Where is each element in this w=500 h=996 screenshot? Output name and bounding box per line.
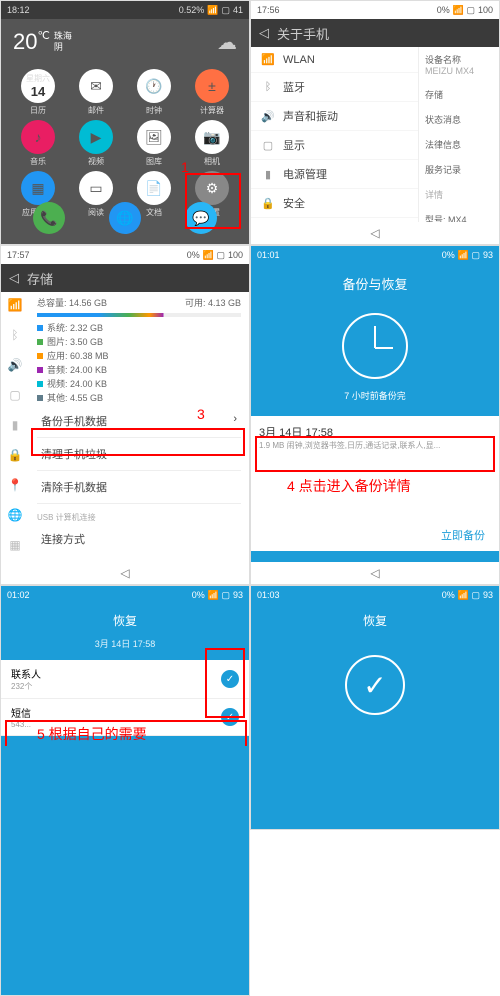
icon-rail: 📶ᛒ🔊▢▮🔒📍🌐▦✋ⓘ (1, 292, 29, 584)
app-mail[interactable]: ✉邮件 (69, 69, 123, 116)
annotation-1: 1 (181, 159, 189, 175)
backup-screen: 01:010%📶 ▢93 备份与恢复 7 小时前备份完 3月 14日 17:58… (250, 245, 500, 585)
app-clock[interactable]: 🕐时钟 (127, 69, 181, 116)
about-details: 设备名称MEIZU MX4 存储状态消息法律信息服务记录 详情 型号: MX4 … (419, 47, 499, 244)
browser-icon[interactable]: 🌐 (109, 202, 141, 234)
home-screen: 18:12 0.52%📶▢41 20℃ 珠海阴 ☁ 星期六14日历 ✉邮件 🕐时… (0, 0, 250, 245)
highlight-1 (185, 173, 241, 229)
annotation-3: 3 (197, 406, 205, 422)
storage-legend: 系统: 2.32 GB图片: 3.50 GB应用: 60.38 MB音频: 24… (37, 321, 241, 404)
wifi-icon: 📶 (261, 53, 275, 66)
nav-bar[interactable]: ◁ (251, 562, 499, 584)
restore-done: 01:030%📶 ▢93 恢复 ✓ (250, 585, 500, 830)
nav-bar[interactable]: ◁ (251, 222, 499, 244)
clock-icon (342, 313, 408, 379)
item-bt[interactable]: ᛒ蓝牙 (251, 73, 418, 102)
lock-icon: 🔒 (261, 197, 275, 210)
header: 恢复 (251, 604, 499, 637)
chevron-right-icon: › (233, 413, 237, 429)
item-power[interactable]: ▮电源管理 (251, 160, 418, 189)
header: 恢复 (1, 604, 249, 637)
bluetooth-icon: ᛒ (261, 81, 275, 93)
weather-widget[interactable]: 20℃ 珠海阴 ☁ (1, 19, 249, 65)
storage-screen: 17:570%📶 ▢100 ◁存储 📶ᛒ🔊▢▮🔒📍🌐▦✋ⓘ 总容量: 14.56… (0, 245, 250, 585)
back-icon[interactable]: ◁ (259, 25, 269, 41)
highlight-5a (205, 648, 245, 718)
app-gallery[interactable]: 🖼图库 (127, 120, 181, 167)
wifi-icon: 📶 (207, 5, 218, 16)
connect-mode[interactable]: 连接方式 (37, 523, 241, 555)
app-music[interactable]: ♪音乐 (11, 120, 65, 167)
done-check-icon: ✓ (345, 655, 405, 715)
storage-bar (37, 313, 241, 317)
status-bar: 18:12 0.52%📶▢41 (1, 1, 249, 19)
volume-icon: 🔊 (261, 110, 275, 123)
nav-bar[interactable]: ◁ (1, 562, 249, 584)
restore-select: 01:020%📶 ▢93 恢复 3月 14日 17:58 联系人232个✓ 短信… (0, 585, 250, 996)
phone-icon[interactable]: 📞 (33, 202, 65, 234)
app-calendar[interactable]: 星期六14日历 (11, 69, 65, 116)
erase-data[interactable]: 清除手机数据 (37, 471, 241, 504)
display-icon: ▢ (261, 139, 275, 152)
backup-ago: 7 小时前备份完 (251, 389, 499, 402)
backup-now[interactable]: 立即备份 (251, 519, 499, 551)
annotation-5: 5 根据自己的需要 (37, 724, 147, 744)
settings-list: 📶WLAN ᛒ蓝牙 🔊声音和振动 ▢显示 ▮电源管理 🔒安全 📍定位服务 🌐语言… (251, 47, 419, 244)
header: 备份与恢复 (251, 264, 499, 303)
app-calc[interactable]: ±计算器 (185, 69, 239, 116)
battery-icon: ▮ (261, 168, 275, 181)
settings-about: 17:560%📶 ▢100 ◁关于手机 📶WLAN ᛒ蓝牙 🔊声音和振动 ▢显示… (250, 0, 500, 245)
annotation-4: 4 点击进入备份详情 (287, 476, 411, 496)
highlight-4 (255, 436, 495, 472)
battery-icon: ▢ (221, 5, 230, 16)
item-sound[interactable]: 🔊声音和振动 (251, 102, 418, 131)
app-video[interactable]: ▶视频 (69, 120, 123, 167)
item-display[interactable]: ▢显示 (251, 131, 418, 160)
highlight-3 (31, 428, 245, 456)
cloud-icon: ☁ (217, 30, 237, 55)
back-icon[interactable]: ◁ (9, 270, 19, 286)
item-wlan[interactable]: 📶WLAN (251, 47, 418, 73)
app-camera[interactable]: 📷相机 (185, 120, 239, 167)
header: ◁关于手机 (251, 19, 499, 47)
item-security[interactable]: 🔒安全 (251, 189, 418, 218)
clock: 18:12 (7, 5, 30, 15)
status-bar: 17:560%📶 ▢100 (251, 1, 499, 19)
